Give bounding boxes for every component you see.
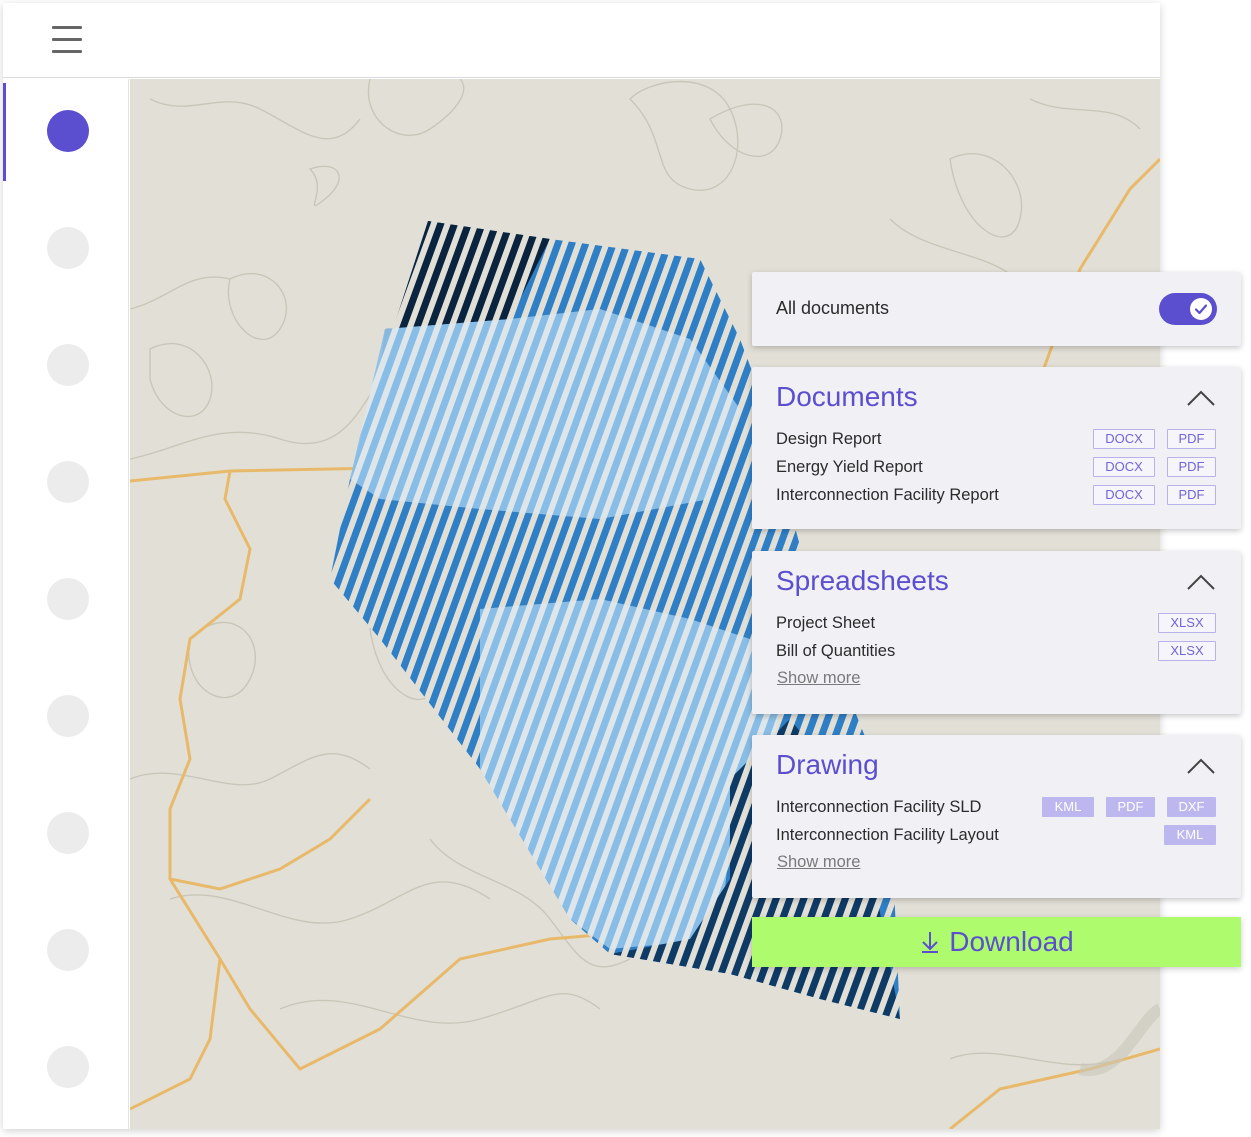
sidebar-item-8[interactable] xyxy=(47,929,89,971)
documents-section: Documents Design Report DOCX PDF Energy … xyxy=(752,367,1241,529)
download-button[interactable]: Download xyxy=(752,917,1241,967)
docx-download-tag[interactable]: DOCX xyxy=(1093,429,1155,449)
sidebar-item-1[interactable] xyxy=(47,110,89,152)
drawing-name: Interconnection Facility Layout xyxy=(776,826,999,844)
sidebar-item-2[interactable] xyxy=(47,227,89,269)
document-name: Energy Yield Report xyxy=(776,458,923,476)
sidebar xyxy=(3,79,129,1129)
pdf-download-tag[interactable]: PDF xyxy=(1167,429,1216,449)
top-bar xyxy=(3,3,1160,78)
sidebar-item-7[interactable] xyxy=(47,812,89,854)
pdf-download-tag[interactable]: PDF xyxy=(1167,485,1216,505)
xlsx-download-tag[interactable]: XLSX xyxy=(1158,613,1216,633)
dxf-download-tag[interactable]: DXF xyxy=(1167,797,1216,817)
kml-download-tag[interactable]: KML xyxy=(1164,825,1216,845)
document-row: Interconnection Facility Report DOCX PDF xyxy=(776,485,1216,509)
sidebar-item-4[interactable] xyxy=(47,461,89,503)
pdf-download-tag[interactable]: PDF xyxy=(1106,797,1155,817)
xlsx-download-tag[interactable]: XLSX xyxy=(1158,641,1216,661)
drawing-section: Drawing Interconnection Facility SLD KML… xyxy=(752,735,1241,898)
all-documents-label: All documents xyxy=(776,298,890,318)
hamburger-menu-icon[interactable] xyxy=(50,23,84,57)
sidebar-item-9[interactable] xyxy=(47,1046,89,1088)
download-label: Download xyxy=(949,926,1074,957)
sidebar-active-indicator xyxy=(3,83,6,181)
drawing-show-more-link[interactable]: Show more xyxy=(777,853,860,872)
download-arrow-icon xyxy=(922,932,939,953)
spreadsheet-name: Bill of Quantities xyxy=(776,642,896,660)
document-row: Energy Yield Report DOCX PDF xyxy=(776,457,1216,481)
document-name: Design Report xyxy=(776,430,882,448)
chevron-up-icon[interactable] xyxy=(1186,389,1216,407)
spreadsheet-row: Project Sheet XLSX xyxy=(776,613,1216,637)
docx-download-tag[interactable]: DOCX xyxy=(1093,457,1155,477)
spreadsheet-row: Bill of Quantities XLSX xyxy=(776,641,1216,665)
drawing-row: Interconnection Facility SLD KML PDF DXF xyxy=(776,797,1216,821)
sidebar-item-5[interactable] xyxy=(47,578,89,620)
sidebar-item-6[interactable] xyxy=(47,695,89,737)
spreadsheet-name: Project Sheet xyxy=(776,614,876,632)
spreadsheets-title: Spreadsheets xyxy=(776,565,949,596)
all-documents-toggle[interactable] xyxy=(1159,293,1217,325)
chevron-up-icon[interactable] xyxy=(1186,757,1216,775)
kml-download-tag[interactable]: KML xyxy=(1042,797,1094,817)
document-row: Design Report DOCX PDF xyxy=(776,429,1216,453)
all-documents-card: All documents xyxy=(752,272,1241,346)
check-icon xyxy=(1190,298,1212,320)
spreadsheets-section: Spreadsheets Project Sheet XLSX Bill of … xyxy=(752,551,1241,714)
documents-title: Documents xyxy=(776,381,918,412)
pdf-download-tag[interactable]: PDF xyxy=(1167,457,1216,477)
drawing-name: Interconnection Facility SLD xyxy=(776,798,982,816)
drawing-title: Drawing xyxy=(776,749,879,780)
docx-download-tag[interactable]: DOCX xyxy=(1093,485,1155,505)
document-name: Interconnection Facility Report xyxy=(776,486,999,504)
spreadsheets-show-more-link[interactable]: Show more xyxy=(777,669,860,688)
drawing-row: Interconnection Facility Layout KML xyxy=(776,825,1216,849)
chevron-up-icon[interactable] xyxy=(1186,573,1216,591)
sidebar-item-3[interactable] xyxy=(47,344,89,386)
